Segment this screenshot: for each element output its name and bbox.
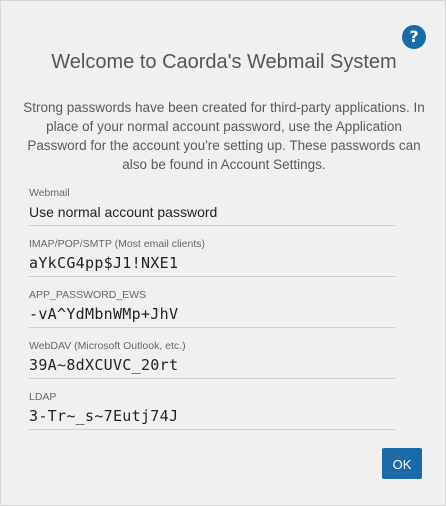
field-label: IMAP/POP/SMTP (Most email clients) [29,238,206,250]
password-value[interactable]: 3-Tr~_s~7Eutj74J [29,406,395,429]
dialog-title: Welcome to Caorda's Webmail System [51,51,397,73]
field-webdav: WebDAV (Microsoft Outlook, etc.) 39A~8dX… [29,340,395,379]
field-imap-pop-smtp: IMAP/POP/SMTP (Most email clients) aYkCG… [29,238,395,277]
field-label: APP_PASSWORD_EWS [29,289,147,301]
ok-button[interactable]: OK [382,448,422,479]
field-value[interactable]: Use normal account password [29,202,395,225]
password-value[interactable]: 39A~8dXCUVC_20rt [29,355,395,378]
password-value[interactable]: -vA^YdMbnWMp+JhV [29,304,395,327]
field-label: LDAP [29,391,57,403]
field-ldap: LDAP 3-Tr~_s~7Eutj74J [29,391,395,430]
field-label: Webmail [29,187,70,199]
field-webmail: Webmail Use normal account password [29,187,395,226]
password-value[interactable]: aYkCG4pp$J1!NXE1 [29,253,395,276]
field-app-password-ews: APP_PASSWORD_EWS -vA^YdMbnWMp+JhV [29,289,395,328]
help-icon[interactable]: ? [402,25,426,49]
field-label: WebDAV (Microsoft Outlook, etc.) [29,340,186,352]
welcome-dialog: ? Welcome to Caorda's Webmail System Str… [0,0,446,506]
dialog-description: Strong passwords have been created for t… [23,100,425,172]
